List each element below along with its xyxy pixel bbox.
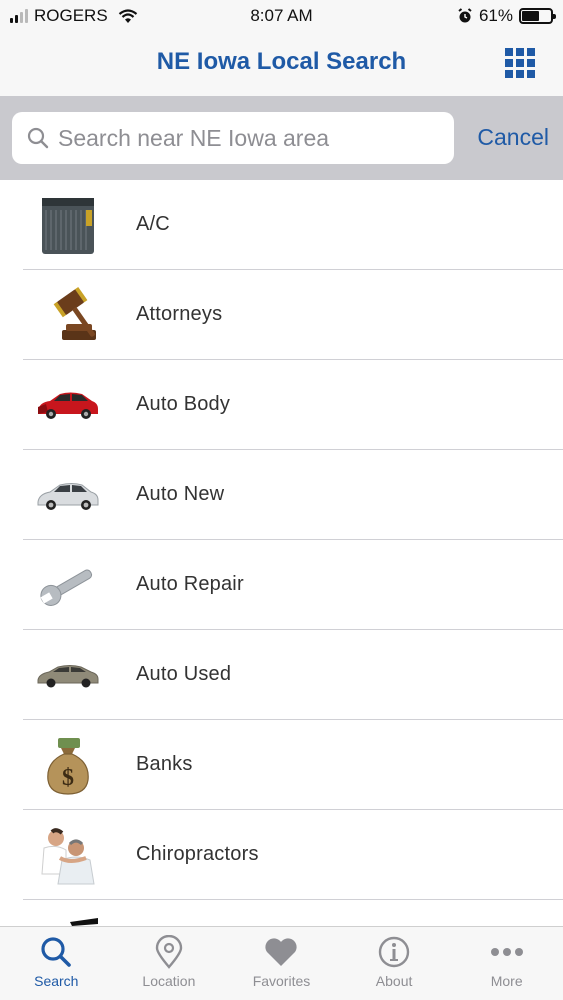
list-item-label: Auto New (136, 483, 225, 505)
heart-icon (265, 938, 298, 966)
money-bag-icon: $ (47, 738, 89, 795)
gavel-icon (53, 286, 96, 340)
tab-label: More (490, 973, 523, 989)
battery-percent: 61% (478, 6, 513, 25)
search-input[interactable] (58, 124, 438, 152)
svg-text:$: $ (62, 765, 74, 791)
list-item-label: Attorneys (136, 303, 223, 325)
tab-location[interactable]: Location (113, 927, 226, 1000)
list-item[interactable]: $ Banks (0, 720, 563, 810)
category-list: A/C Attorneys Auto Body Auto New Auto Re… (0, 180, 563, 926)
tab-label: Search (34, 973, 79, 989)
tab-favorites[interactable]: Favorites (225, 927, 338, 1000)
list-item[interactable]: Auto Repair (0, 540, 563, 630)
search-icon (27, 127, 49, 149)
list-item-label: Chiropractors (136, 843, 259, 865)
ac-unit-icon (42, 198, 94, 254)
wrench-icon (40, 569, 93, 606)
used-car-icon (37, 665, 99, 688)
tab-about[interactable]: About (338, 927, 451, 1000)
list-item-label: Auto Repair (136, 573, 244, 595)
tab-bar: Search Location Favorites About More (0, 926, 563, 1000)
info-icon (378, 936, 410, 968)
tab-label: Location (142, 973, 196, 989)
damaged-car-icon (38, 392, 98, 419)
alarm-icon (458, 8, 472, 23)
more-icon (490, 948, 523, 956)
list-item[interactable]: Auto Body (0, 360, 563, 450)
tab-more[interactable]: More (450, 927, 563, 1000)
grid-menu-button[interactable] (505, 48, 535, 78)
list-item-label: Auto Used (136, 663, 232, 685)
status-bar: ROGERS 8:07 AM 61% (0, 0, 563, 32)
list-item[interactable]: A/C (0, 180, 563, 270)
cancel-button[interactable]: Cancel (477, 124, 549, 151)
nav-bar: NE Iowa Local Search (0, 32, 563, 96)
list-item[interactable]: Auto New (0, 450, 563, 540)
list-item[interactable] (0, 900, 563, 926)
list-item[interactable]: Chiropractors (0, 810, 563, 900)
status-right: 61% (457, 6, 556, 26)
tab-search[interactable]: Search (0, 927, 113, 1000)
tab-label: Favorites (252, 973, 311, 989)
new-car-icon (37, 483, 99, 510)
page-title: NE Iowa Local Search (156, 48, 407, 75)
battery-level (522, 11, 540, 21)
list-item-label: Auto Body (136, 393, 231, 415)
chiropractor-icon (41, 828, 95, 885)
list-item-label: A/C (136, 213, 170, 235)
partial-item-icon (70, 918, 98, 926)
list-item-label: Banks (136, 753, 193, 775)
battery-icon (519, 8, 556, 24)
tab-label: About (375, 973, 413, 989)
location-pin-icon (155, 935, 183, 969)
list-item[interactable]: Attorneys (0, 270, 563, 360)
grid-icon (505, 48, 513, 56)
search-icon (41, 937, 72, 967)
search-bar: Cancel (0, 96, 563, 180)
search-box[interactable] (12, 112, 454, 164)
list-item[interactable]: Auto Used (0, 630, 563, 720)
